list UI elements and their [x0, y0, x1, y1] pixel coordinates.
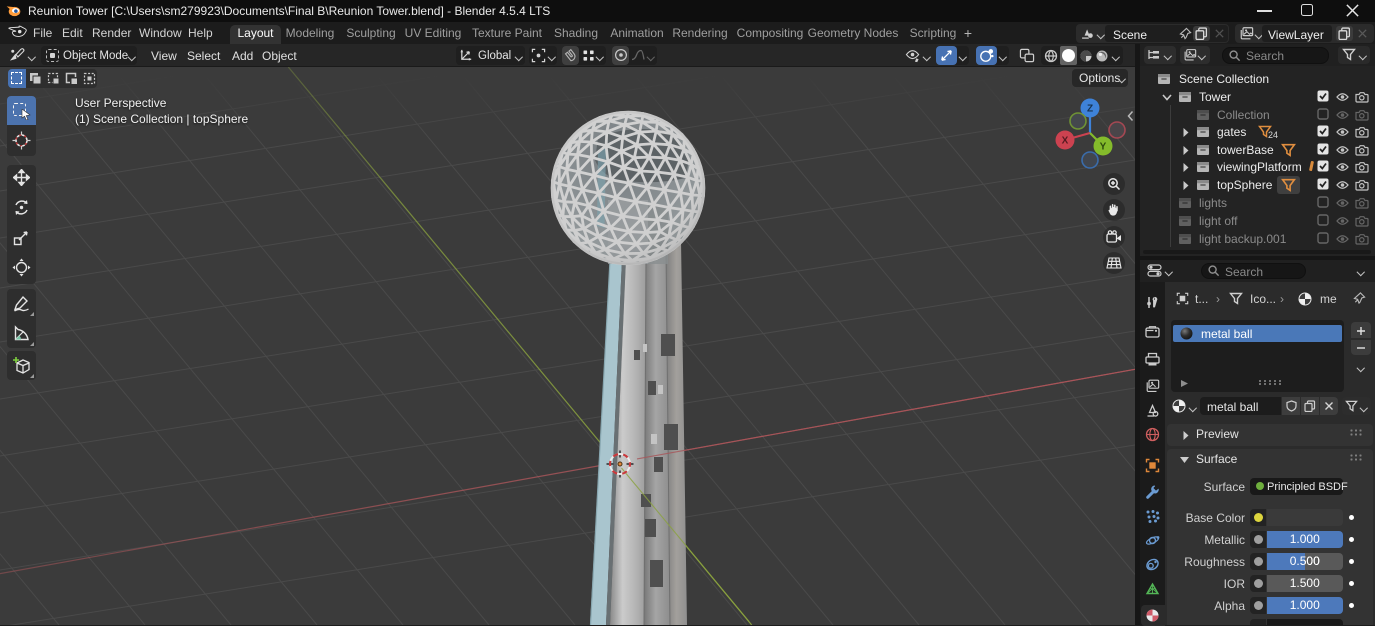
- svg-text:Y: Y: [1100, 142, 1107, 153]
- svg-text:X: X: [1062, 136, 1069, 147]
- svg-text:Z: Z: [1087, 104, 1093, 115]
